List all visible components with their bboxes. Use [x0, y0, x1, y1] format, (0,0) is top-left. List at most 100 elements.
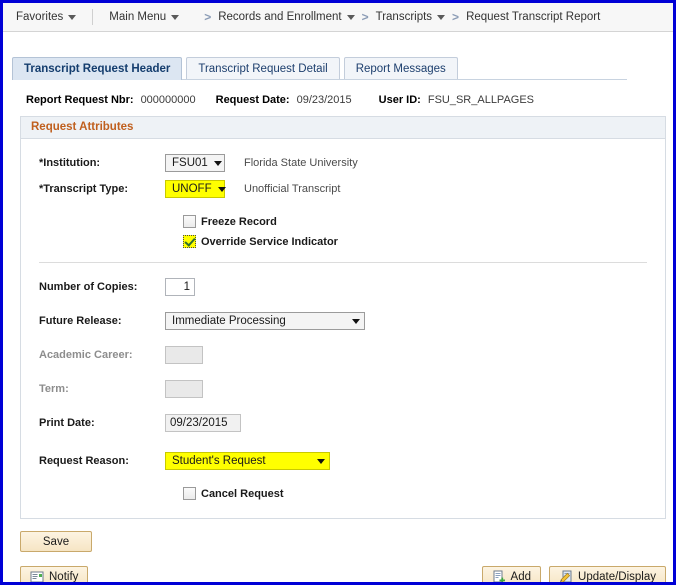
breadcrumb-navbar: Favorites Main Menu > Records and Enroll…	[3, 3, 673, 32]
nav-divider	[92, 9, 94, 25]
institution-description: Florida State University	[244, 157, 358, 169]
transcript-type-description: Unofficial Transcript	[244, 183, 341, 195]
request-reason-label: Request Reason:	[39, 455, 129, 467]
request-attributes-group: Request Attributes *Institution: FSU01 F…	[20, 116, 666, 519]
number-of-copies-row: Number of Copies:	[21, 276, 665, 298]
report-request-nbr-value: 000000000	[140, 94, 196, 106]
institution-select[interactable]: FSU01	[165, 154, 225, 172]
chevron-down-icon	[352, 318, 360, 324]
chevron-down-icon	[171, 14, 180, 20]
future-release-select-value: Immediate Processing	[172, 315, 286, 327]
transcript-type-label: *Transcript Type:	[39, 183, 129, 195]
term-input	[165, 380, 203, 398]
breadcrumb-separator-3: >	[452, 10, 460, 24]
tab-report-messages-label: Report Messages	[355, 63, 446, 75]
cancel-request-row: Cancel Request	[21, 484, 665, 503]
freeze-record-label[interactable]: Freeze Record	[201, 216, 277, 228]
add-button-label: Add	[510, 570, 532, 583]
number-of-copies-input[interactable]	[165, 278, 195, 296]
request-reason-select-value: Student's Request	[172, 455, 266, 467]
number-of-copies-label: Number of Copies:	[39, 281, 138, 293]
academic-career-row: Academic Career:	[21, 344, 665, 366]
institution-row: *Institution: FSU01 Florida State Univer…	[21, 152, 665, 174]
request-attributes-body: *Institution: FSU01 Florida State Univer…	[21, 139, 665, 518]
term-row: Term:	[21, 378, 665, 400]
institution-label: *Institution:	[39, 157, 101, 169]
user-id-value: FSU_SR_ALLPAGES	[427, 94, 535, 106]
academic-career-input	[165, 346, 203, 364]
chevron-down-icon	[317, 458, 325, 464]
notify-button[interactable]: Notify	[20, 566, 89, 583]
save-button-row: Save	[20, 531, 673, 552]
chevron-down-icon	[213, 160, 222, 166]
transcript-type-select-value: UNOFF	[172, 183, 212, 195]
term-label: Term:	[39, 383, 69, 395]
override-service-indicator-row: Override Service Indicator	[21, 232, 665, 251]
breadcrumb-records-and-enrollment[interactable]: Records and Enrollment	[218, 11, 355, 23]
user-id-label: User ID:	[378, 94, 421, 106]
nav-main-menu[interactable]: Main Menu	[109, 11, 180, 23]
chevron-down-icon	[437, 14, 446, 20]
request-attributes-title: Request Attributes	[21, 117, 665, 139]
print-date-input[interactable]	[165, 414, 241, 432]
action-button-row: Notify Add Update/Display	[20, 566, 673, 583]
cancel-request-label[interactable]: Cancel Request	[201, 488, 284, 500]
notify-envelope-icon	[30, 570, 44, 582]
tab-transcript-request-header[interactable]: Transcript Request Header	[12, 57, 183, 80]
add-button[interactable]: Add	[481, 566, 542, 583]
page-content: Favorites Main Menu > Records and Enroll…	[3, 3, 673, 582]
report-request-nbr-label: Report Request Nbr:	[26, 94, 134, 106]
academic-career-label: Academic Career:	[39, 349, 133, 361]
tab-report-messages[interactable]: Report Messages	[343, 57, 458, 80]
notify-button-label: Notify	[49, 570, 79, 583]
tab-bar: Transcript Request Header Transcript Req…	[3, 53, 673, 80]
chevron-down-icon	[217, 186, 226, 192]
breadcrumb-separator-2: >	[361, 10, 369, 24]
update-display-button-label: Update/Display	[578, 570, 656, 583]
save-button-label: Save	[42, 535, 70, 548]
tab-transcript-request-detail-label: Transcript Request Detail	[198, 63, 328, 75]
breadcrumb-separator-1: >	[204, 10, 212, 24]
cancel-request-checkbox[interactable]	[183, 487, 196, 500]
freeze-record-row: Freeze Record	[21, 212, 665, 231]
transcript-type-select[interactable]: UNOFF	[165, 180, 226, 198]
print-date-row: Print Date:	[21, 412, 665, 434]
breadcrumb-records-label: Records and Enrollment	[218, 11, 342, 23]
institution-select-value: FSU01	[172, 157, 208, 169]
chevron-down-icon	[346, 14, 355, 20]
tab-transcript-request-detail[interactable]: Transcript Request Detail	[186, 57, 340, 80]
update-display-button[interactable]: Update/Display	[549, 566, 666, 583]
transcript-type-row: *Transcript Type: UNOFF Unofficial Trans…	[21, 178, 665, 200]
save-button[interactable]: Save	[20, 531, 92, 552]
request-date-label: Request Date:	[215, 94, 290, 106]
nav-main-menu-label: Main Menu	[109, 11, 167, 23]
nav-favorites[interactable]: Favorites	[16, 11, 77, 23]
breadcrumb-current-page: Request Transcript Report	[466, 11, 601, 23]
request-reason-select[interactable]: Student's Request	[165, 452, 330, 470]
breadcrumb-transcripts-label: Transcripts	[375, 11, 433, 23]
nav-favorites-label: Favorites	[16, 11, 64, 23]
override-service-indicator-checkbox[interactable]	[183, 235, 196, 248]
override-service-indicator-label[interactable]: Override Service Indicator	[201, 236, 338, 248]
future-release-select[interactable]: Immediate Processing	[165, 312, 365, 330]
breadcrumb-transcripts[interactable]: Transcripts	[375, 11, 446, 23]
request-date-value: 09/23/2015	[296, 94, 352, 106]
request-reason-row: Request Reason: Student's Request	[21, 450, 665, 472]
future-release-label: Future Release:	[39, 315, 122, 327]
application-window: Favorites Main Menu > Records and Enroll…	[0, 0, 676, 585]
tab-transcript-request-header-label: Transcript Request Header	[24, 63, 171, 75]
pencil-page-icon	[559, 570, 573, 582]
mode-button-group: Add Update/Display	[481, 566, 666, 583]
print-date-label: Print Date:	[39, 417, 95, 429]
freeze-record-checkbox[interactable]	[183, 215, 196, 228]
report-header-row: Report Request Nbr: 000000000 Request Da…	[3, 94, 673, 106]
chevron-down-icon	[68, 14, 77, 20]
add-page-icon	[492, 570, 506, 582]
